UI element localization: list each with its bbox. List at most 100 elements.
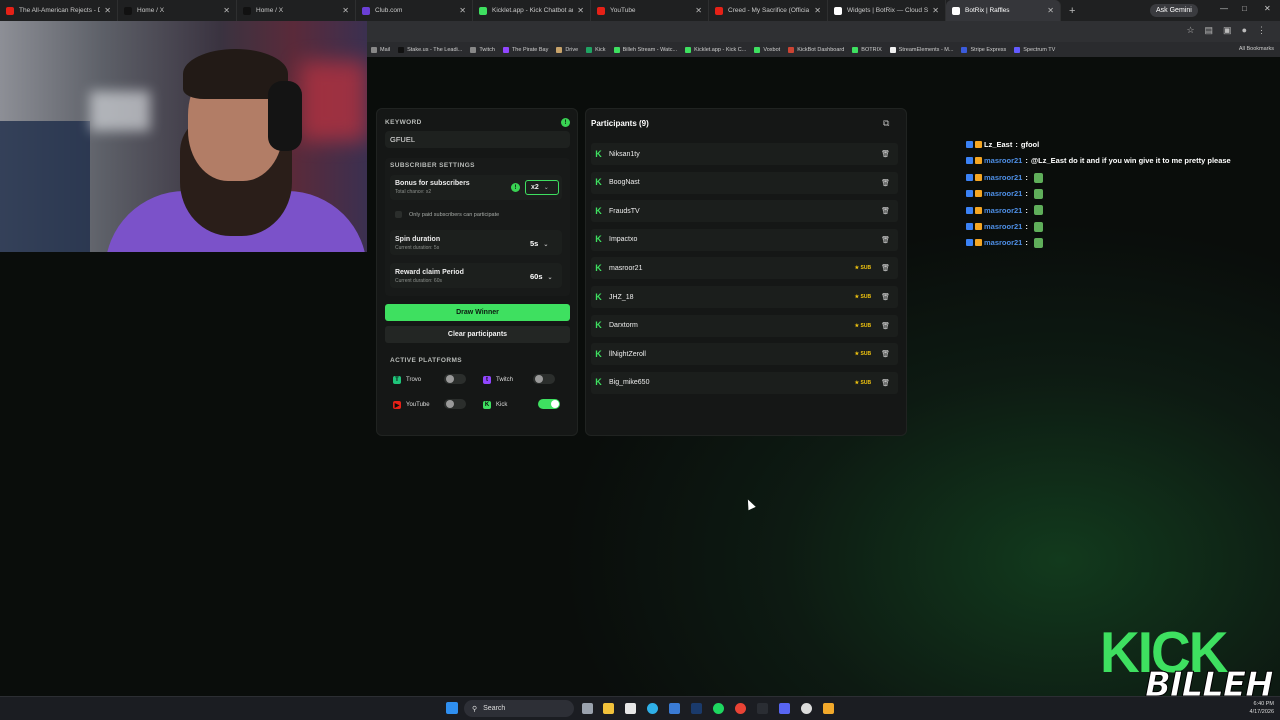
profile-icon[interactable]: ● xyxy=(1242,25,1247,36)
claim-select[interactable]: 60s ⌄ xyxy=(530,272,553,281)
bookmark-item[interactable]: StreamElements - M... xyxy=(886,46,958,53)
browser-tab[interactable]: Widgets | BotRix — Cloud Stre ✕ xyxy=(828,0,946,21)
browser-tab[interactable]: The All-American Rejects - Dirt ✕ xyxy=(0,0,118,21)
all-bookmarks-button[interactable]: All Bookmarks xyxy=(1239,46,1274,52)
spin-select[interactable]: 5s ⌄ xyxy=(530,239,548,248)
task-view-icon[interactable] xyxy=(582,703,593,714)
ask-gemini-button[interactable]: Ask Gemini xyxy=(1150,4,1198,17)
trash-icon[interactable]: 🗑 xyxy=(881,179,890,187)
kick-toggle[interactable] xyxy=(538,399,560,409)
bookmark-item[interactable]: Kicklet.app - Kick C... xyxy=(681,46,750,53)
close-tab-icon[interactable]: ✕ xyxy=(814,6,821,15)
close-tab-icon[interactable]: ✕ xyxy=(104,6,111,15)
participants-title: Participants (9) xyxy=(591,119,649,128)
trash-icon[interactable]: 🗑 xyxy=(881,150,890,158)
sidepanel-icon[interactable]: ▣ xyxy=(1223,25,1232,36)
bookmark-item[interactable]: Spectrum TV xyxy=(1010,46,1059,53)
terminal-icon[interactable] xyxy=(757,703,768,714)
trash-icon[interactable]: 🗑 xyxy=(881,264,890,272)
app-icon[interactable] xyxy=(669,703,680,714)
tab-favicon-icon xyxy=(124,6,132,15)
browser-tab[interactable]: Club.com ✕ xyxy=(356,0,473,21)
participant-row: K Darxtorm ★ SUB 🗑 xyxy=(591,314,898,337)
youtube-toggle[interactable] xyxy=(444,399,466,409)
tab-title: Kicklet.app - Kick Chatbot and xyxy=(492,7,574,14)
close-tab-icon[interactable]: ✕ xyxy=(1047,6,1054,15)
trash-icon[interactable]: 🗑 xyxy=(881,322,890,330)
chat-message: masroor21: xyxy=(966,172,1043,183)
browser-tab[interactable]: Home / X ✕ xyxy=(118,0,237,21)
taskbar-search[interactable]: ⚲ Search xyxy=(464,700,574,717)
close-tab-icon[interactable]: ✕ xyxy=(695,6,702,15)
maximize-icon[interactable]: □ xyxy=(1242,4,1247,13)
tab-favicon-icon xyxy=(6,6,14,15)
bonus-info-icon[interactable]: ! xyxy=(511,183,520,192)
only-paid-checkbox[interactable] xyxy=(395,211,402,218)
sub-badge-icon xyxy=(975,206,982,214)
close-tab-icon[interactable]: ✕ xyxy=(577,6,584,15)
draw-winner-button[interactable]: Draw Winner xyxy=(385,304,570,321)
browser-tab[interactable]: Kicklet.app - Kick Chatbot and ✕ xyxy=(473,0,591,21)
copy-icon[interactable]: ⧉ xyxy=(883,118,889,129)
bookmark-item[interactable]: Stripe Express xyxy=(957,46,1010,53)
minimize-icon[interactable]: — xyxy=(1220,4,1228,13)
youtube-icon: ▶ xyxy=(393,401,401,409)
trash-icon[interactable]: 🗑 xyxy=(881,293,890,301)
bookmark-item[interactable]: The Pirate Bay xyxy=(499,46,552,53)
menu-icon[interactable]: ⋮ xyxy=(1257,25,1266,36)
trash-icon[interactable]: 🗑 xyxy=(881,207,890,215)
store-icon[interactable] xyxy=(625,703,636,714)
obs-icon[interactable] xyxy=(801,703,812,714)
system-clock[interactable]: 6:40 PM 4/17/2026 xyxy=(1250,700,1274,716)
bookmark-item[interactable]: Kick xyxy=(582,46,609,53)
tab-title: Widgets | BotRix — Cloud Stre xyxy=(847,7,929,14)
close-tab-icon[interactable]: ✕ xyxy=(932,6,939,15)
clear-participants-button[interactable]: Clear participants xyxy=(385,326,570,343)
browser-tab[interactable]: YouTube ✕ xyxy=(591,0,709,21)
steam-icon[interactable] xyxy=(691,703,702,714)
bookmark-item[interactable]: Voxbot xyxy=(750,46,784,53)
close-tab-icon[interactable]: ✕ xyxy=(459,6,466,15)
bookmark-item[interactable]: Twitch xyxy=(466,46,499,53)
bookmark-item[interactable]: Billeh Stream - Watc... xyxy=(610,46,682,53)
bonus-select[interactable]: x2 ⌄ xyxy=(525,180,559,195)
app-icon-2[interactable] xyxy=(823,703,834,714)
keyword-info-icon[interactable]: ! xyxy=(561,118,570,127)
file-explorer-icon[interactable] xyxy=(603,703,614,714)
start-icon[interactable] xyxy=(446,702,458,714)
extensions-icon[interactable]: ▤ xyxy=(1205,25,1214,36)
discord-icon[interactable] xyxy=(779,703,790,714)
bookmark-item[interactable]: Stake.us - The Leadi... xyxy=(394,46,466,53)
screen: The All-American Rejects - Dirt ✕ Home / X… xyxy=(0,0,1280,720)
keyword-input[interactable]: GFUEL xyxy=(385,131,570,148)
close-tab-icon[interactable]: ✕ xyxy=(223,6,230,15)
platform-badge-icon xyxy=(966,190,973,198)
bookmark-item[interactable]: Mail xyxy=(367,46,394,53)
chrome-icon[interactable] xyxy=(735,703,746,714)
edge-icon[interactable] xyxy=(647,703,658,714)
spotify-icon[interactable] xyxy=(713,703,724,714)
browser-tab[interactable]: Home / X ✕ xyxy=(237,0,356,21)
trovo-toggle[interactable] xyxy=(444,374,466,384)
emote-icon xyxy=(1033,237,1043,248)
browser-tab[interactable]: Creed - My Sacrifice (Officia ✕ xyxy=(709,0,828,21)
address-bar[interactable]: ☆ ▤ ▣ ● ⋮ xyxy=(367,21,1280,42)
bookmark-item[interactable]: BOTRIX xyxy=(848,46,885,53)
new-tab-icon[interactable]: + xyxy=(1069,5,1075,17)
twitch-toggle[interactable] xyxy=(533,374,555,384)
close-window-icon[interactable]: ✕ xyxy=(1264,4,1271,13)
bookmark-item[interactable]: Drive xyxy=(552,46,582,53)
kick-icon: K xyxy=(595,177,602,188)
bookmark-icon xyxy=(586,46,593,53)
star-icon[interactable]: ☆ xyxy=(1186,25,1194,36)
trash-icon[interactable]: 🗑 xyxy=(881,379,890,387)
trash-icon[interactable]: 🗑 xyxy=(881,350,890,358)
kick-icon: K xyxy=(595,377,602,388)
spin-title: Spin duration xyxy=(395,236,441,243)
trash-icon[interactable]: 🗑 xyxy=(881,236,890,244)
tab-favicon-icon xyxy=(479,6,487,15)
bookmark-item[interactable]: KickBot Dashboard xyxy=(784,46,848,53)
kick-icon: K xyxy=(595,205,602,216)
browser-tab[interactable]: BotRix | Raffles ✕ xyxy=(946,0,1061,21)
close-tab-icon[interactable]: ✕ xyxy=(342,6,349,15)
